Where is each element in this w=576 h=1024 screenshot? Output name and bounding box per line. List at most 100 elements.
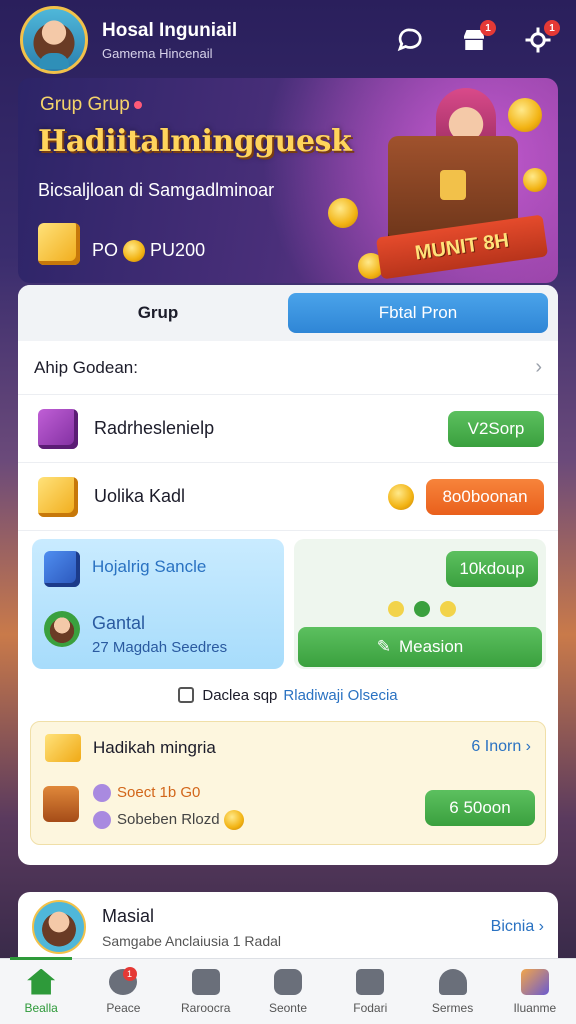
nav-label: Seonte [268, 1000, 307, 1015]
bottom-nav: Bealla 1 Peace Raroocra Seonte Fodari Se… [0, 957, 576, 1024]
promo-link-text: 6 Inorn [471, 738, 522, 755]
tab-fbtal-pron[interactable]: Fbtal Pron [288, 293, 548, 333]
row-action-button[interactable]: 8o0boonan [426, 478, 544, 515]
store-badge: 1 [480, 20, 496, 36]
person-icon [438, 968, 467, 995]
mission-tile: 10kdoup ✎ Measion [294, 539, 546, 669]
lock-icon [178, 687, 195, 703]
join-button[interactable]: 10kdoup [446, 551, 538, 587]
section-header[interactable]: Ahip Godean: › [18, 341, 558, 395]
user-name: Hosal Inguniail [102, 19, 238, 41]
banner-tag-text: Grup Grup [40, 94, 130, 115]
profile-card[interactable]: Masial Samgabe Anclaiusia 1 Radal Bicnia… [18, 892, 558, 962]
blue-cube-icon [44, 551, 80, 587]
nav-label: Raroocra [181, 1000, 231, 1015]
gold-bars-icon [45, 734, 81, 762]
user-info: Hosal Inguniail Gamema Hincenail [102, 20, 366, 61]
nav-label: Peace [106, 1000, 141, 1015]
nav-item-person[interactable]: Sermes [411, 959, 493, 1024]
banner-title: Hadiitalmingguesk [38, 124, 352, 159]
store-icon[interactable]: 1 [454, 20, 496, 60]
nav-item-photos[interactable]: Raroocra [165, 959, 247, 1024]
row-action-button[interactable]: V2Sorp [448, 410, 544, 447]
coin-icon [388, 483, 414, 510]
profile-link[interactable]: Bicnia › [491, 918, 544, 936]
tile-group: Hojalrig Sancle Gantal 27 Magdah Seedres… [18, 531, 558, 669]
gem-icon [93, 784, 111, 803]
promo-line-1: Soect 1b G0 [93, 784, 201, 803]
note-text: Daclea sqp [202, 686, 278, 704]
list-item: Uolika Kadl 8o0boonan [18, 463, 558, 531]
claim-button[interactable]: 6 50oon [425, 790, 535, 826]
carousel-dots [388, 601, 456, 617]
promo-link[interactable]: 6 Inorn › [471, 738, 531, 756]
tab-bar: Grup Fbtal Pron [18, 285, 558, 341]
banner-subtitle: Bicsaljloan di Samgadlminoar [38, 180, 275, 200]
coin-icon [328, 198, 358, 228]
coin-icon [223, 810, 244, 830]
banner-points: PO PU200 [92, 240, 206, 263]
profile-name: Masial [102, 905, 155, 926]
nav-label: Bealla [24, 1000, 58, 1015]
gold-cube-icon [38, 476, 78, 517]
dot-icon [388, 601, 404, 617]
mission-button-label: Measion [398, 637, 464, 656]
weekly-reward-panel: Hadikah mingria 6 Inorn › Soect 1b G0 So… [30, 721, 546, 845]
row-label: Radrheslenielp [94, 418, 215, 438]
profile-info: Masial Samgabe Anclaiusia 1 Radal [102, 906, 491, 949]
tile-name: Gantal [92, 613, 146, 633]
camera-icon [273, 968, 302, 995]
gem-icon [93, 811, 111, 829]
nav-label: Iluanme [513, 1000, 557, 1015]
user-subtitle: Gamema Hincenail [102, 45, 213, 61]
profile-link-text: Bicnia [490, 918, 535, 935]
app-header: Hosal Inguniail Gamema Hincenail 1 1 [0, 0, 576, 80]
coin-icon [123, 240, 146, 263]
promo-banner[interactable]: Grup Grup Hadiitalmingguesk Bicsaljloan … [18, 78, 558, 283]
nav-badge: 1 [122, 967, 137, 981]
nav-item-chat[interactable]: 1 Peace [82, 959, 164, 1024]
profile-icon [520, 968, 549, 995]
user-avatar[interactable] [20, 6, 88, 74]
nav-item-home[interactable]: Bealla [0, 957, 82, 1024]
promo-line-1-text: Soect 1b G0 [117, 784, 201, 801]
chest-icon [43, 786, 79, 822]
gold-cube-icon [38, 223, 80, 265]
chat-bubble-icon[interactable] [390, 20, 430, 60]
mission-button[interactable]: ✎ Measion [298, 627, 542, 667]
points-label: PO [92, 240, 119, 260]
promo-title: Hadikah mingria [93, 738, 216, 757]
purple-cube-icon [38, 408, 78, 449]
banner-tag: Grup Grup [40, 94, 142, 116]
coin-icon [508, 98, 542, 132]
nav-item-profile[interactable]: Iluanme [494, 959, 576, 1024]
settings-badge: 1 [544, 20, 560, 36]
dot-icon [414, 601, 430, 617]
home-icon [27, 968, 56, 995]
group-tile[interactable]: Hojalrig Sancle Gantal 27 Magdah Seedres [32, 539, 284, 669]
promo-line-2-text: Sobeben Rlozd [117, 810, 220, 828]
tile-title: Hojalrig Sancle [92, 557, 207, 576]
avatar [44, 611, 80, 647]
photo-icon [191, 968, 220, 995]
tile-detail: 27 Magdah Seedres [92, 639, 228, 656]
nav-item-camera[interactable]: Seonte [247, 959, 329, 1024]
pencil-icon: ✎ [376, 637, 391, 656]
nav-label: Fodari [353, 1000, 388, 1015]
dot-icon [440, 601, 456, 617]
chevron-right-icon: › [535, 356, 542, 378]
list-item: Radrheslenielp V2Sorp [18, 395, 558, 463]
row-label: Uolika Kadl [94, 486, 186, 506]
profile-avatar [32, 900, 86, 954]
points-value: PU200 [150, 240, 206, 260]
settings-icon[interactable]: 1 [518, 20, 560, 60]
banner-dot-icon [133, 100, 142, 109]
section-title: Ahip Godean: [34, 357, 138, 377]
profile-subtitle: Samgabe Anclaiusia 1 Radal [102, 932, 282, 949]
promo-line-2: Sobeben Rlozd [93, 810, 244, 830]
nav-label: Sermes [431, 1000, 474, 1015]
nav-item-list[interactable]: Fodari [329, 959, 411, 1024]
tab-grup[interactable]: Grup [28, 293, 288, 333]
note-link[interactable]: Rladiwaji Olsecia [283, 687, 397, 704]
info-note: Daclea sqp Rladiwaji Olsecia [18, 669, 558, 721]
